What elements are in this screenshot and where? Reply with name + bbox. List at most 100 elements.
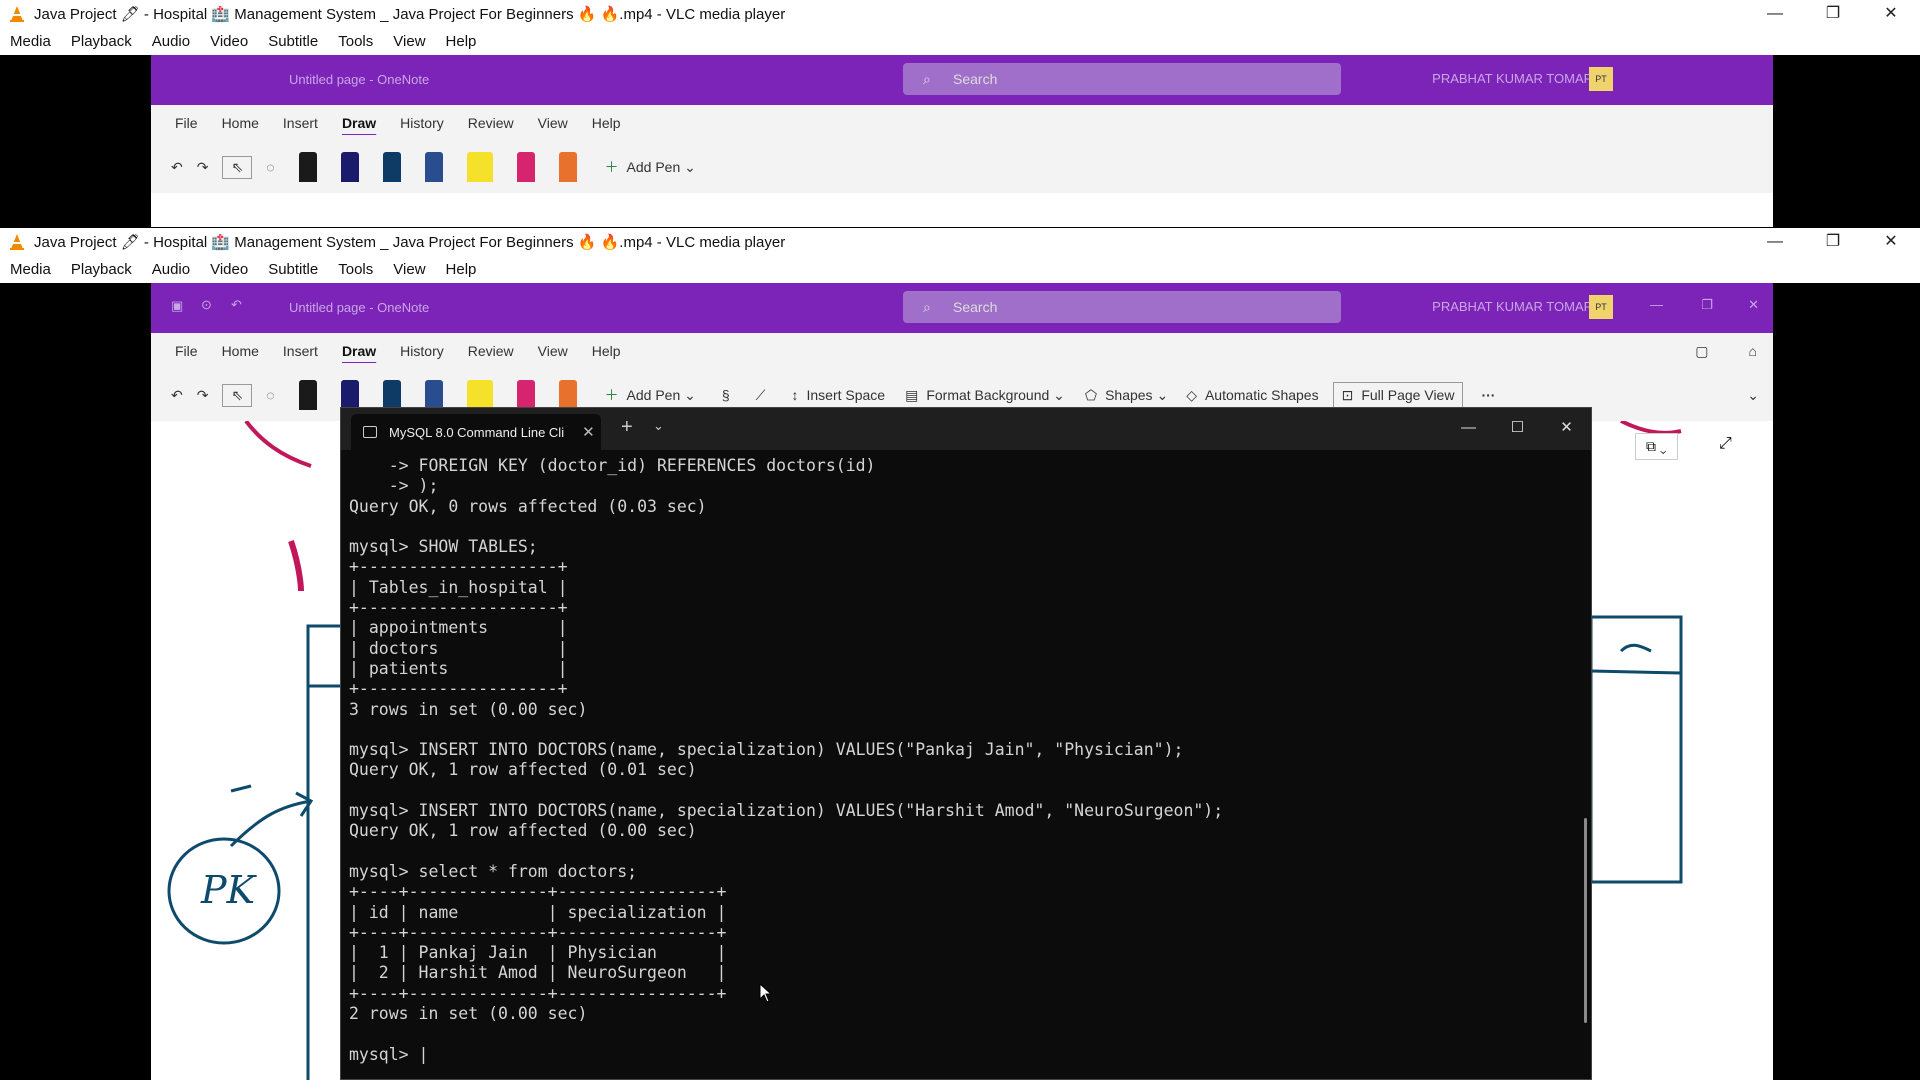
share-icon[interactable]: ⌂ (1749, 343, 1757, 359)
highlighter-yellow-icon[interactable] (466, 380, 493, 410)
close-icon[interactable]: ✕ (1748, 297, 1759, 313)
menu-subtitle[interactable]: Subtitle (268, 33, 318, 50)
tab-file[interactable]: File (175, 115, 198, 131)
pen-black-icon[interactable] (298, 152, 317, 182)
undo-icon[interactable]: ↶ (171, 159, 183, 176)
menu-media[interactable]: Media (10, 33, 51, 50)
more-options-icon[interactable]: ··· (1481, 387, 1495, 403)
tab-file[interactable]: File (175, 343, 198, 359)
select-tool-icon[interactable]: ⇖ (222, 155, 253, 179)
add-pen-button[interactable]: ＋ Add Pen ⌄ (605, 385, 696, 405)
notebook-view-icon[interactable]: ▢ (1695, 343, 1708, 360)
lasso-icon[interactable]: ◌ (266, 387, 274, 403)
onenote-search-input[interactable]: ⌕ Search (903, 63, 1341, 95)
tab-review[interactable]: Review (468, 115, 514, 131)
pen-navy-icon[interactable] (340, 152, 359, 182)
minimize-icon[interactable]: — (1650, 297, 1663, 312)
menu-media[interactable]: Media (10, 261, 51, 278)
lasso-icon[interactable]: ◌ (266, 159, 274, 175)
pen-pink-icon[interactable] (516, 380, 535, 410)
tab-history[interactable]: History (400, 343, 444, 359)
menu-audio[interactable]: Audio (152, 33, 190, 50)
tab-insert[interactable]: Insert (283, 343, 318, 359)
notebook-icon[interactable]: ▣ (171, 298, 183, 314)
tab-home[interactable]: Home (222, 343, 259, 359)
video-area[interactable]: ▣ ⊙ ↶ Untitled page - OneNote ⌕ Search P… (0, 283, 1920, 1080)
insert-space-icon: ↕ (791, 387, 799, 403)
minimize-button[interactable]: — (1746, 228, 1804, 256)
pen-black-icon[interactable] (298, 380, 317, 410)
maximize-button[interactable]: ☐ (1493, 408, 1542, 450)
tab-help[interactable]: Help (592, 115, 621, 131)
menu-tools[interactable]: Tools (338, 33, 373, 50)
add-pen-button[interactable]: ＋ Add Pen ⌄ (605, 157, 696, 177)
onenote-ribbon-tabs: File Home Insert Draw History Review Vie… (151, 333, 1773, 369)
close-tab-icon[interactable]: ✕ (582, 423, 595, 441)
menu-audio[interactable]: Audio (152, 261, 190, 278)
video-area-top[interactable]: Untitled page - OneNote ⌕ Search PRABHAT… (0, 55, 1920, 227)
chevron-down-icon[interactable]: ⌄ (1747, 387, 1759, 404)
pen-orange-icon[interactable] (558, 152, 577, 182)
menu-tools[interactable]: Tools (338, 261, 373, 278)
expand-icon[interactable]: ⤢ (1719, 435, 1732, 453)
menu-view[interactable]: View (393, 33, 425, 50)
pen-blue-icon[interactable] (424, 152, 443, 182)
pen-orange-icon[interactable] (558, 380, 577, 410)
tab-review[interactable]: Review (468, 343, 514, 359)
pen-darkblue-icon[interactable] (382, 380, 401, 410)
close-button[interactable]: ✕ (1862, 0, 1920, 28)
close-button[interactable]: ✕ (1862, 228, 1920, 256)
format-background-button[interactable]: ▤ Format Background ⌄ (905, 387, 1065, 404)
restore-icon[interactable]: ❐ (1701, 297, 1713, 313)
tab-insert[interactable]: Insert (283, 115, 318, 131)
ink-to-shape-icon[interactable]: § (722, 387, 730, 403)
pen-pink-icon[interactable] (516, 152, 535, 182)
terminal-output[interactable]: -> FOREIGN KEY (doctor_id) REFERENCES do… (341, 450, 1591, 1071)
minimize-button[interactable]: — (1746, 0, 1804, 28)
menu-view[interactable]: View (393, 261, 425, 278)
onenote-search-input[interactable]: ⌕ Search (903, 291, 1341, 323)
menu-playback[interactable]: Playback (71, 261, 132, 278)
select-tool-icon[interactable]: ⇖ (222, 383, 253, 407)
menu-subtitle[interactable]: Subtitle (268, 261, 318, 278)
automatic-shapes-button[interactable]: ◇ Automatic Shapes (1186, 387, 1318, 404)
shapes-button[interactable]: ⬠ Shapes ⌄ (1085, 387, 1168, 404)
undo-icon[interactable]: ↶ (171, 387, 183, 404)
menu-help[interactable]: Help (446, 33, 477, 50)
tab-draw[interactable]: Draw (342, 115, 376, 131)
pen-navy-icon[interactable] (340, 380, 359, 410)
menu-help[interactable]: Help (446, 261, 477, 278)
tab-help[interactable]: Help (592, 343, 621, 359)
terminal-tab[interactable]: MySQL 8.0 Command Line Cli ✕ (351, 414, 601, 450)
pen-blue-icon[interactable] (424, 380, 443, 410)
restore-button[interactable]: ❐ (1804, 228, 1862, 256)
tab-home[interactable]: Home (222, 115, 259, 131)
avatar[interactable]: PT (1589, 67, 1613, 91)
highlighter-yellow-icon[interactable] (466, 152, 493, 182)
menu-playback[interactable]: Playback (71, 33, 132, 50)
back-icon[interactable]: ⊙ (201, 297, 212, 313)
tab-draw[interactable]: Draw (342, 343, 376, 359)
tab-view[interactable]: View (538, 115, 568, 131)
page-copy-button[interactable]: ⧉ ⌄ (1635, 433, 1678, 460)
full-page-view-button[interactable]: ⊡ Full Page View (1332, 381, 1464, 409)
minimize-button[interactable]: — (1444, 408, 1493, 450)
vlc-cone-icon (10, 234, 24, 250)
redo-icon[interactable]: ↷ (197, 387, 209, 404)
pen-darkblue-icon[interactable] (382, 152, 401, 182)
insert-space-button[interactable]: ↕ Insert Space (791, 387, 885, 403)
tab-view[interactable]: View (538, 343, 568, 359)
onenote-ribbon-tabs: File Home Insert Draw History Review Vie… (151, 105, 1773, 141)
restore-button[interactable]: ❐ (1804, 0, 1862, 28)
menu-video[interactable]: Video (210, 261, 248, 278)
tab-history[interactable]: History (400, 115, 444, 131)
new-tab-button[interactable]: + (621, 416, 633, 439)
ruler-icon[interactable]: ⟋ (756, 387, 766, 404)
redo-icon[interactable]: ↷ (197, 159, 209, 176)
close-button[interactable]: ✕ (1542, 408, 1591, 450)
menu-video[interactable]: Video (210, 33, 248, 50)
chevron-down-icon[interactable]: ⌄ (653, 418, 664, 434)
undo-icon[interactable]: ↶ (231, 297, 242, 313)
avatar[interactable]: PT (1589, 295, 1613, 319)
terminal-scrollbar[interactable] (1584, 818, 1587, 1023)
